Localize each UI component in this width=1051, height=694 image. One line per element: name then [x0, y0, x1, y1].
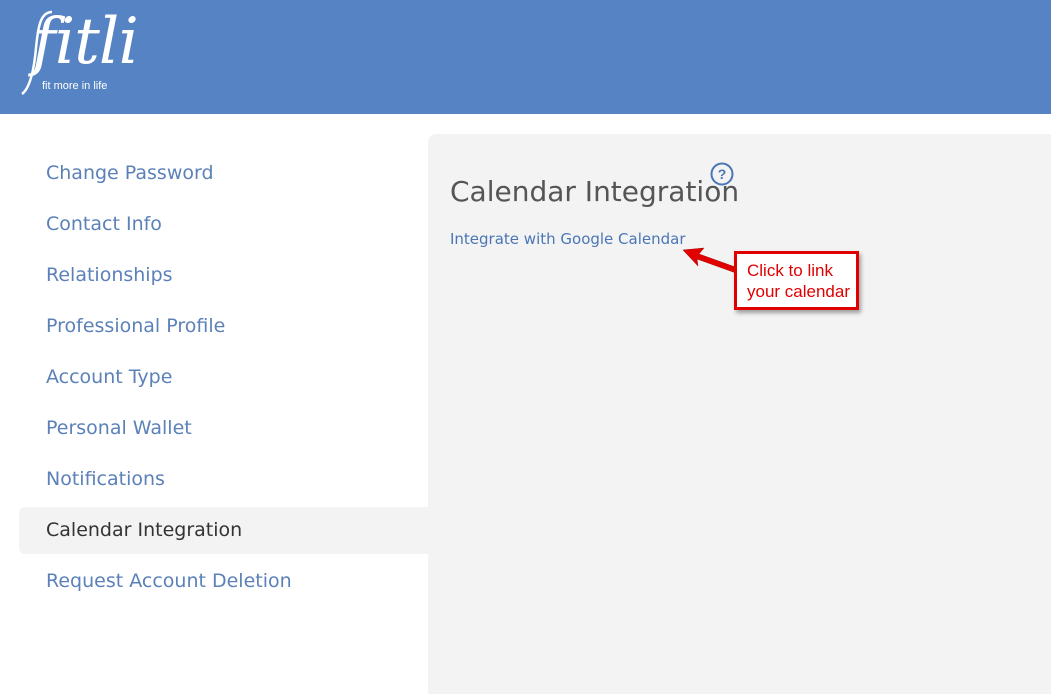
top-header: fitli fit more in life — [0, 0, 1051, 114]
sidebar-item-notifications[interactable]: Notifications — [19, 456, 428, 503]
sidebar-item-contact-info[interactable]: Contact Info — [19, 201, 428, 248]
annotation-callout: Click to link your calendar — [734, 251, 859, 310]
sidebar-item-change-password[interactable]: Change Password — [19, 150, 428, 197]
sidebar-item-account-type[interactable]: Account Type — [19, 354, 428, 401]
callout-line-1: Click to link — [747, 261, 833, 280]
calendar-integration-panel: Calendar Integration ? Integrate with Go… — [428, 134, 1051, 694]
logo-tagline: fit more in life — [42, 80, 108, 92]
question-circle-icon[interactable]: ? — [710, 162, 734, 186]
page-title: Calendar Integration — [450, 174, 740, 208]
callout-line-2: your calendar — [747, 282, 851, 301]
svg-text:?: ? — [718, 166, 727, 182]
logo-wordmark: fitli — [32, 5, 139, 79]
fitli-logo[interactable]: fitli fit more in life — [18, 5, 139, 100]
sidebar-item-professional-profile[interactable]: Professional Profile — [19, 303, 428, 350]
settings-sidebar: Change Password Contact Info Relationshi… — [19, 150, 428, 609]
sidebar-item-relationships[interactable]: Relationships — [19, 252, 428, 299]
sidebar-item-calendar-integration[interactable]: Calendar Integration — [19, 507, 428, 554]
sidebar-item-personal-wallet[interactable]: Personal Wallet — [19, 405, 428, 452]
integrate-google-calendar-link[interactable]: Integrate with Google Calendar — [450, 230, 686, 248]
sidebar-item-request-account-deletion[interactable]: Request Account Deletion — [19, 558, 428, 605]
